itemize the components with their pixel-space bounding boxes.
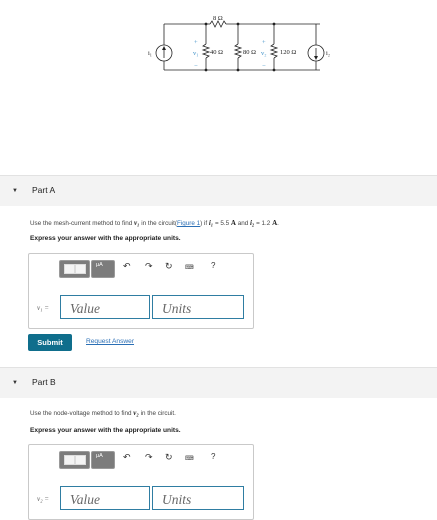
undo-icon[interactable]: ↶ bbox=[123, 452, 131, 463]
part-b-value-input[interactable] bbox=[60, 486, 150, 510]
help-icon[interactable]: ? bbox=[211, 452, 215, 461]
part-a-toolbar: μA ↶ ↷ ↻ ⌨ ? bbox=[59, 260, 249, 278]
collapse-triangle-icon[interactable]: ▼ bbox=[12, 188, 18, 194]
part-b-lhs: v₂ = bbox=[37, 495, 50, 503]
collapse-triangle-icon[interactable]: ▼ bbox=[12, 380, 18, 386]
part-a-value-input[interactable] bbox=[60, 295, 150, 319]
mu-a-label: μA bbox=[96, 262, 103, 268]
help-icon[interactable]: ? bbox=[211, 261, 215, 270]
circuit-diagram: + − + − 8 Ω 40 Ω 80 Ω 120 Ω i₁ i₂ v₁ v₂ bbox=[148, 15, 330, 72]
label-r2: 80 Ω bbox=[243, 49, 256, 56]
svg-text:+: + bbox=[262, 39, 266, 46]
part-a-lhs: v₁ = bbox=[37, 304, 50, 312]
part-b-answer-box: μA ↶ ↷ ↻ ⌨ ? v₂ = bbox=[28, 444, 254, 520]
templates-icon[interactable] bbox=[59, 451, 90, 469]
label-i2: i₂ bbox=[326, 50, 330, 57]
label-r1: 40 Ω bbox=[210, 49, 223, 56]
part-a-instructions: Express your answer with the appropriate… bbox=[30, 235, 181, 242]
label-v1: v₁ bbox=[193, 50, 199, 57]
svg-text:+: + bbox=[194, 39, 198, 46]
label-v2: v₂ bbox=[261, 50, 267, 57]
units-menu-button[interactable]: μA bbox=[91, 260, 115, 278]
reset-icon[interactable]: ↻ bbox=[165, 261, 173, 272]
templates-icon[interactable] bbox=[59, 260, 90, 278]
redo-icon[interactable]: ↷ bbox=[145, 261, 153, 272]
part-b-instructions: Express your answer with the appropriate… bbox=[30, 427, 181, 434]
label-r3: 120 Ω bbox=[280, 49, 296, 56]
part-a-answer-box: μA ↶ ↷ ↻ ⌨ ? v₁ = bbox=[28, 253, 254, 329]
mu-a-label: μA bbox=[96, 453, 103, 459]
figure-link[interactable]: Figure 1 bbox=[177, 220, 200, 227]
submit-button[interactable]: Submit bbox=[28, 334, 72, 351]
part-a-header[interactable]: ▼ Part A bbox=[0, 175, 437, 206]
keyboard-icon[interactable]: ⌨ bbox=[185, 455, 194, 462]
label-r-series: 8 Ω bbox=[213, 15, 223, 22]
svg-text:−: − bbox=[194, 63, 198, 70]
units-menu-button[interactable]: μA bbox=[91, 451, 115, 469]
part-a-units-input[interactable] bbox=[152, 295, 244, 319]
redo-icon[interactable]: ↷ bbox=[145, 452, 153, 463]
part-b-title: Part B bbox=[32, 377, 56, 387]
svg-text:−: − bbox=[262, 63, 266, 70]
reset-icon[interactable]: ↻ bbox=[165, 452, 173, 463]
part-a-question: Use the mesh-current method to find v₁ i… bbox=[30, 219, 279, 227]
part-b-header[interactable]: ▼ Part B bbox=[0, 367, 437, 398]
keyboard-icon[interactable]: ⌨ bbox=[185, 264, 194, 271]
part-a-title: Part A bbox=[32, 185, 56, 195]
undo-icon[interactable]: ↶ bbox=[123, 261, 131, 272]
part-b-toolbar: μA ↶ ↷ ↻ ⌨ ? bbox=[59, 451, 249, 469]
request-answer-link[interactable]: Request Answer bbox=[86, 338, 134, 345]
part-b-units-input[interactable] bbox=[152, 486, 244, 510]
label-i1: i₁ bbox=[148, 50, 152, 57]
part-b-question: Use the node-voltage method to find v₂ i… bbox=[30, 409, 176, 417]
